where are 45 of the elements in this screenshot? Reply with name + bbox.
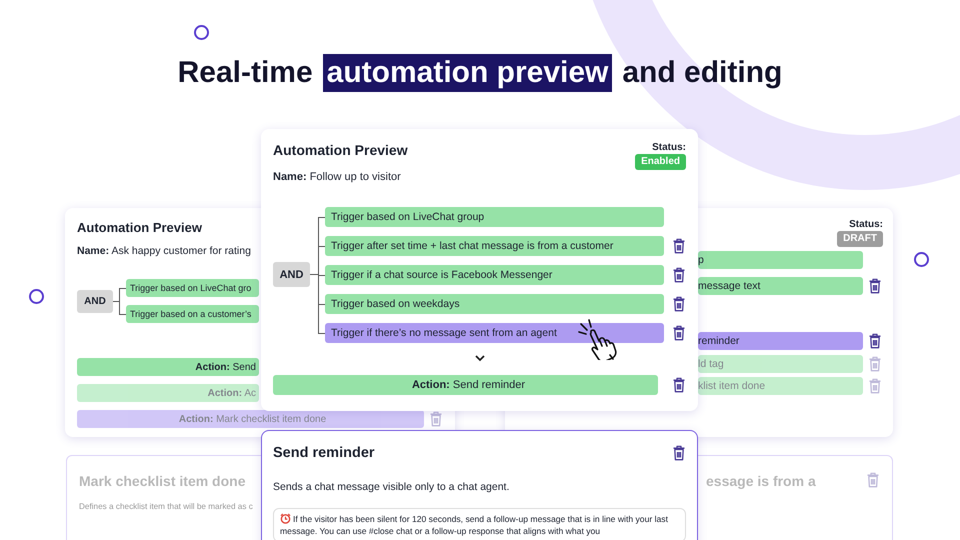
alarm-clock-icon [280, 513, 291, 524]
editor-description: Sends a chat message visible only to a chat agent. [273, 480, 510, 494]
trigger-row[interactable]: Trigger if a chat source is Facebook Messenger [325, 264, 664, 284]
trash-icon[interactable] [672, 296, 686, 312]
trigger-row[interactable]: Trigger based on LiveChat group [325, 206, 664, 226]
trigger-row[interactable]: Trigger based on weekdays [325, 294, 664, 314]
automation-name: Name: Ask happy customer for rating [77, 244, 251, 258]
trash-icon[interactable] [672, 324, 686, 340]
operator-label: AND [273, 262, 310, 287]
headline-text: Real-time [176, 55, 314, 91]
hand-cursor-icon [577, 318, 619, 360]
trash-icon[interactable] [672, 266, 686, 282]
action-row[interactable]: Action: Send reminder [273, 375, 658, 395]
action-row[interactable]: Action: Send [77, 358, 259, 376]
trash-icon[interactable] [672, 377, 686, 393]
detail-title: essage is from a [706, 472, 816, 490]
action-row[interactable]: reminder [698, 332, 863, 350]
trigger-row[interactable]: Trigger based on a customer’s [126, 305, 259, 323]
editor-title: Send reminder [273, 444, 375, 462]
ring-decoration [29, 289, 44, 304]
detail-title: Mark checklist item done [79, 472, 246, 490]
headline-text: and editing [621, 55, 784, 91]
ring-decoration [914, 252, 929, 267]
trigger-row[interactable]: Trigger based on LiveChat gro [126, 279, 259, 297]
chevron-down-icon[interactable] [474, 355, 484, 362]
trash-icon[interactable] [672, 238, 686, 254]
trigger-row[interactable]: Trigger if there’s no message sent from an agent [325, 322, 664, 342]
card-title: Automation Preview [273, 141, 408, 159]
operator-label: AND [77, 290, 113, 312]
status-badge: Enabled [635, 154, 686, 170]
ring-decoration [194, 25, 209, 40]
message-field[interactable]: If the visitor has been silent for 120 seconds, send a follow-up message that is in line with your last message. You can use #close chat or a follow-up response that aligns with what you [273, 508, 686, 540]
trash-icon[interactable] [868, 333, 882, 349]
detail-description: Defines a checklist item that will be marked as c [79, 502, 253, 511]
headline-text: automation preview [322, 54, 612, 92]
card-title: Automation Preview [77, 219, 202, 236]
automation-name: Name: Follow up to visitor [273, 170, 402, 184]
status-label: Status: [652, 141, 686, 154]
status-label: Status: [849, 218, 883, 231]
status-badge: DRAFT [837, 231, 883, 247]
trash-icon[interactable] [868, 278, 882, 294]
trigger-row[interactable]: message text [698, 277, 863, 295]
trash-icon[interactable] [672, 445, 686, 461]
trigger-row[interactable]: Trigger after set time + last chat message is from a customer [325, 236, 664, 256]
trigger-row[interactable]: p [698, 251, 863, 269]
